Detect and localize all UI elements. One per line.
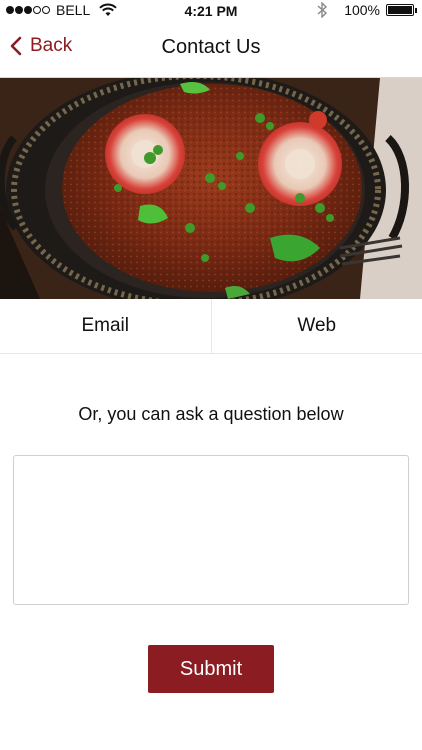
status-bar: BELL 4:21 PM 100% — [0, 0, 422, 22]
email-button[interactable]: Email — [0, 299, 211, 353]
status-right: 100% — [316, 2, 417, 18]
battery-percentage: 100% — [344, 2, 380, 18]
page-title: Contact Us — [161, 36, 261, 58]
battery-icon — [386, 4, 417, 16]
hero-image — [0, 78, 422, 299]
web-button-label: Web — [297, 315, 337, 336]
contact-options: Email Web — [0, 299, 422, 354]
battery-fill — [388, 6, 412, 14]
navigation-bar: Back Contact Us — [0, 22, 422, 78]
submit-button[interactable]: Submit — [148, 645, 274, 693]
curry-photo — [0, 78, 422, 299]
bluetooth-icon — [317, 2, 328, 18]
question-prompt: Or, you can ask a question below — [78, 404, 344, 424]
web-button[interactable]: Web — [210, 299, 422, 353]
question-input[interactable] — [13, 455, 409, 605]
email-button-label: Email — [81, 315, 129, 336]
